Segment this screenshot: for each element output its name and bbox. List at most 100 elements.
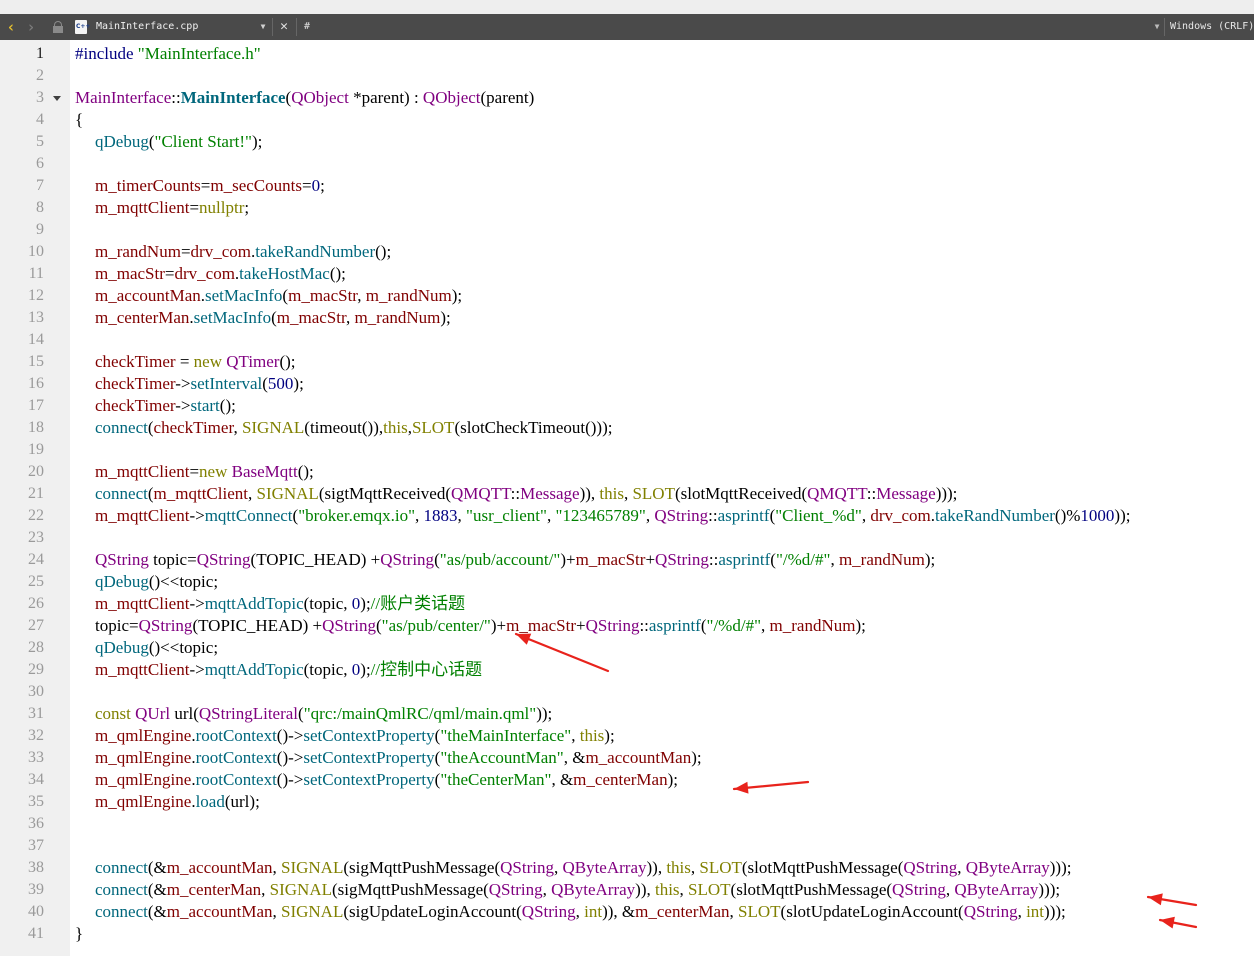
code-line[interactable]: m_randNum=drv_com.takeRandNumber(); [95, 241, 391, 263]
code-line[interactable]: m_timerCounts=m_secCounts=0; [95, 175, 325, 197]
code-token: 0 [351, 594, 361, 613]
symbol-selector[interactable]: # [304, 14, 324, 40]
code-token: (slotMqttReceived( [674, 484, 808, 503]
line-number: 11 [28, 265, 44, 282]
code-token: (parent) [480, 88, 535, 107]
code-line[interactable]: } [75, 923, 83, 945]
chevron-right-icon[interactable]: › [24, 14, 38, 40]
code-line[interactable]: qDebug()<<topic; [95, 637, 218, 659]
code-token: drv_com [174, 264, 235, 283]
code-token: = [301, 176, 312, 195]
lock-icon[interactable] [52, 14, 64, 40]
code-token: QByteArray [954, 880, 1039, 899]
code-line[interactable]: qDebug()<<topic; [95, 571, 218, 593]
code-line[interactable]: connect(&m_centerMan, SIGNAL(sigMqttPush… [95, 879, 1060, 901]
code-token: + [576, 616, 586, 635]
code-line[interactable]: connect(&m_accountMan, SIGNAL(sigUpdateL… [95, 901, 1066, 923]
code-line[interactable]: QString topic=QString(TOPIC_HEAD) +QStri… [95, 549, 935, 571]
code-line[interactable]: m_mqttClient->mqttConnect("broker.emqx.i… [95, 505, 1130, 527]
code-token: (timeout()), [304, 418, 384, 437]
code-line[interactable]: m_mqttClient=nullptr; [95, 197, 249, 219]
code-line[interactable]: MainInterface::MainInterface(QObject *pa… [75, 87, 534, 109]
code-token: -> [189, 506, 205, 525]
line-number: 32 [28, 727, 44, 744]
code-line[interactable]: m_accountMan.setMacInfo(m_macStr, m_rand… [95, 285, 462, 307]
close-document-button[interactable]: ✕ [277, 14, 291, 40]
code-token: m_macStr [575, 550, 646, 569]
chevron-left-icon[interactable]: ‹ [4, 14, 18, 40]
code-token: QString [963, 902, 1018, 921]
code-token: setContextProperty [303, 770, 435, 789]
code-token: , & [551, 770, 574, 789]
line-number: 8 [36, 199, 44, 216]
code-editor[interactable]: #include "MainInterface.h" MainInterface:… [75, 40, 1254, 956]
code-token: , [830, 550, 839, 569]
code-token: , [761, 616, 770, 635]
cpp-file-icon: C++ [75, 14, 90, 40]
code-token: ); [924, 550, 936, 569]
line-number: 12 [28, 287, 44, 304]
line-number-gutter[interactable]: 1 2 3 4 5 6 7 8 9 10 11 12 13 14 15 16 17 18 19 20 21 22 23 24 2… [0, 40, 70, 956]
fold-toggle-icon[interactable] [53, 96, 61, 101]
line-ending-selector[interactable]: Windows (CRLF) [1170, 14, 1254, 40]
code-line[interactable]: m_mqttClient->mqttAddTopic(topic, 0);//账… [95, 593, 465, 615]
code-token: )+ [490, 616, 507, 635]
code-token: qDebug [95, 572, 149, 591]
code-token: ); [251, 132, 263, 151]
code-line[interactable]: #include "MainInterface.h" [75, 43, 261, 65]
code-token: 1883 [423, 506, 458, 525]
code-line[interactable]: m_macStr=drv_com.takeHostMac(); [95, 263, 346, 285]
code-token: QString [655, 550, 709, 569]
code-token: setContextProperty [303, 726, 435, 745]
code-line[interactable]: topic=QString(TOPIC_HEAD) +QString("as/p… [95, 615, 866, 637]
code-token: "broker.emqx.io" [298, 506, 416, 525]
code-line[interactable]: m_mqttClient->mqttAddTopic(topic, 0);//控… [95, 659, 482, 681]
code-token: "123465789" [555, 506, 646, 525]
line-number: 16 [28, 375, 44, 392]
code-token: "theMainInterface" [440, 726, 572, 745]
code-line[interactable]: { [75, 109, 83, 131]
chevron-down-icon[interactable]: ▼ [1152, 14, 1162, 40]
code-token: (sigMqttPushMessage( [343, 858, 501, 877]
code-line[interactable]: m_mqttClient=new BaseMqtt(); [95, 461, 314, 483]
code-line[interactable]: connect(&m_accountMan, SIGNAL(sigMqttPus… [95, 857, 1071, 879]
code-token: checkTimer [95, 352, 176, 371]
code-token: asprintf [718, 550, 771, 569]
code-token: QString [892, 880, 946, 899]
code-token: connect [95, 858, 148, 877]
code-line[interactable]: const QUrl url(QStringLiteral("qrc:/main… [95, 703, 552, 725]
line-number: 13 [28, 309, 44, 326]
code-line[interactable]: qDebug("Client Start!"); [95, 131, 262, 153]
code-token: load [195, 792, 225, 811]
code-token: QByteArray [562, 858, 647, 877]
code-line[interactable]: checkTimer->setInterval(500); [95, 373, 304, 395]
code-line[interactable]: connect(checkTimer, SIGNAL(timeout()),th… [95, 417, 612, 439]
code-token: m_qmlEngine [95, 726, 192, 745]
code-token: ))); [1038, 880, 1061, 899]
code-token: connect [95, 418, 148, 437]
line-number: 26 [28, 595, 44, 612]
code-token: m_qmlEngine [95, 792, 192, 811]
code-line[interactable]: m_qmlEngine.rootContext()->setContextPro… [95, 725, 615, 747]
code-line[interactable]: m_qmlEngine.rootContext()->setContextPro… [95, 747, 702, 769]
code-token: BaseMqtt [231, 462, 298, 481]
code-token: SIGNAL [241, 418, 305, 437]
code-token: this [599, 484, 624, 503]
code-token: SIGNAL [281, 858, 344, 877]
code-line[interactable]: checkTimer->start(); [95, 395, 236, 417]
code-line[interactable]: m_qmlEngine.rootContext()->setContextPro… [95, 769, 678, 791]
code-line[interactable]: m_qmlEngine.load(url); [95, 791, 260, 813]
code-token: m_centerMan [95, 308, 190, 327]
line-number: 28 [28, 639, 44, 656]
code-line[interactable]: m_centerMan.setMacInfo(m_macStr, m_randN… [95, 307, 451, 329]
line-number: 36 [28, 815, 44, 832]
code-line[interactable]: connect(m_mqttClient, SIGNAL(sigtMqttRec… [95, 483, 957, 505]
open-document-selector[interactable]: MainInterface.cpp [96, 14, 256, 40]
window-top-strip [0, 0, 1254, 14]
code-token: QByteArray [551, 880, 636, 899]
chevron-down-icon[interactable]: ▼ [258, 14, 268, 40]
line-number: 41 [28, 925, 44, 942]
code-line[interactable]: checkTimer = new QTimer(); [95, 351, 296, 373]
code-token: 0 [311, 176, 321, 195]
code-token: (& [147, 902, 167, 921]
